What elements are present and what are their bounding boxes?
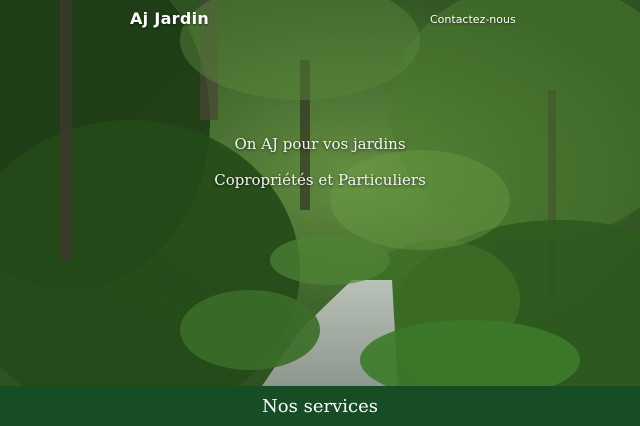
- hero-background-image: [0, 0, 640, 386]
- hero-tagline-line1: On AJ pour vos jardins: [234, 135, 406, 153]
- hero-tagline-line2: Copropriétés et Particuliers: [214, 171, 426, 189]
- services-heading: Nos services: [262, 395, 378, 417]
- services-section-bar[interactable]: Nos services: [0, 386, 640, 426]
- contact-link[interactable]: Contactez-nous: [430, 13, 516, 26]
- brand-logo-text[interactable]: Aj Jardin: [130, 9, 209, 28]
- hero-section: Aj Jardin Contactez-nous On AJ pour vos …: [0, 0, 640, 386]
